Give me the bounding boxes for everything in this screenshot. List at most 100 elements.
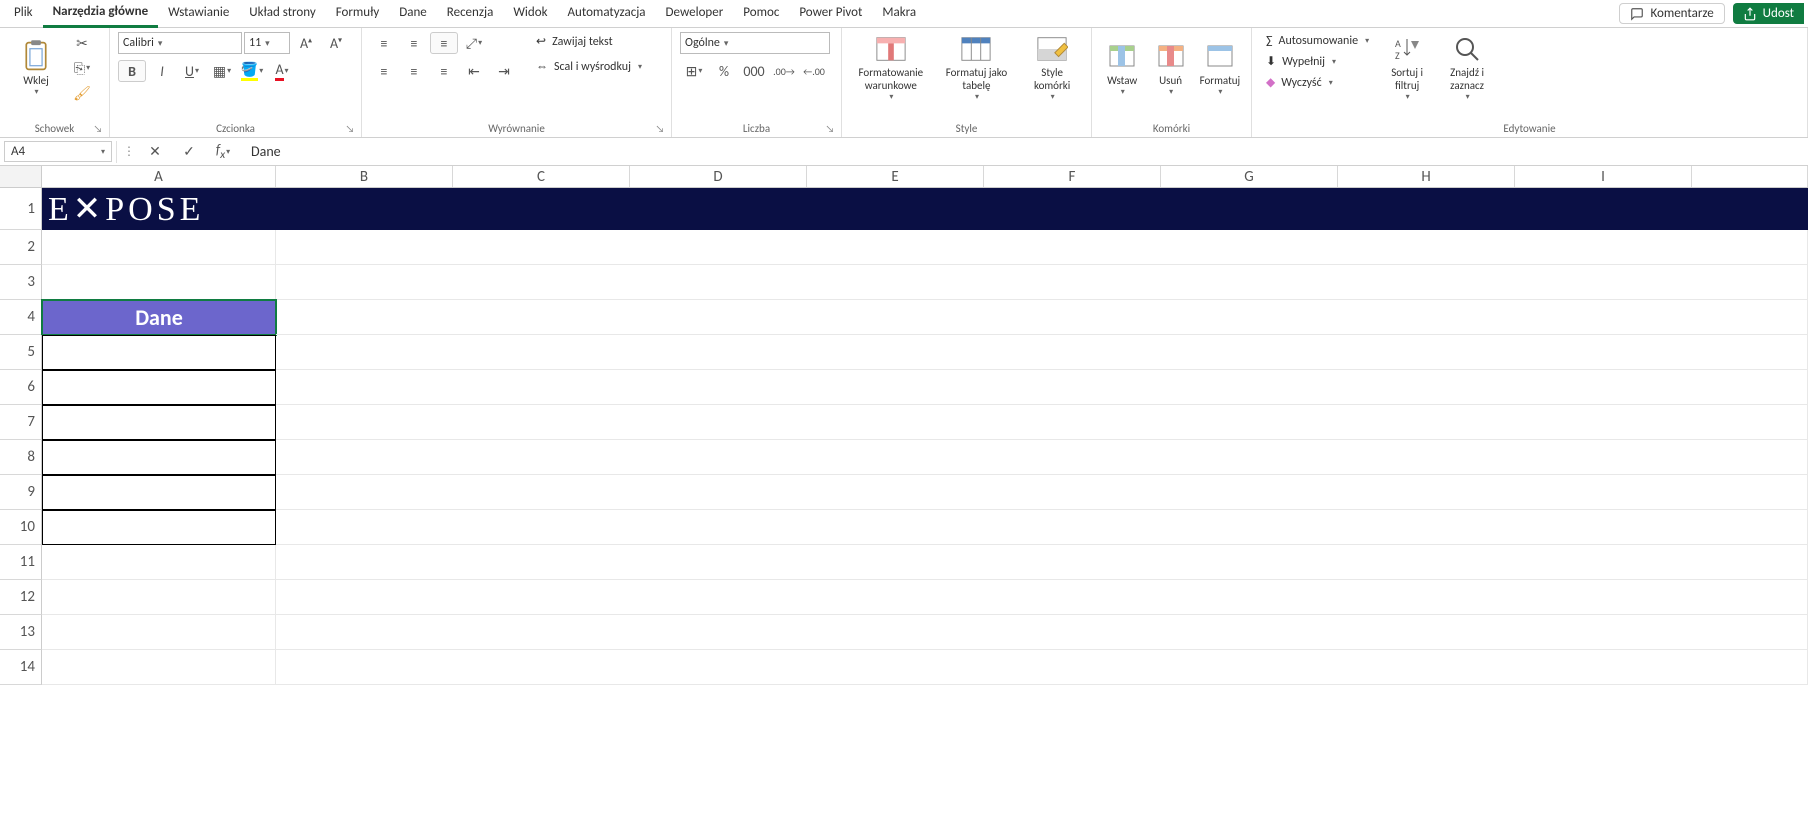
row-header-5[interactable]: 5 [0, 335, 42, 370]
col-header-C[interactable]: C [453, 166, 630, 187]
cell-rest-12[interactable] [276, 580, 1808, 615]
row-header-3[interactable]: 3 [0, 265, 42, 300]
cell-banner[interactable]: E✕POSE [42, 188, 1808, 230]
row-header-6[interactable]: 6 [0, 370, 42, 405]
cell-A3[interactable] [42, 265, 276, 300]
cell-rest-14[interactable] [276, 650, 1808, 685]
select-all-corner[interactable] [0, 166, 42, 187]
enter-formula-button[interactable]: ✓ [175, 141, 203, 163]
tab-automation[interactable]: Automatyzacja [558, 1, 656, 26]
share-button[interactable]: Udost [1733, 3, 1804, 24]
autosum-button[interactable]: ∑ Autosumowanie ▾ [1260, 32, 1375, 50]
row-header-13[interactable]: 13 [0, 615, 42, 650]
cell-styles-button[interactable]: Style komórki▾ [1021, 32, 1083, 104]
tab-help[interactable]: Pomoc [733, 1, 789, 26]
cell-A5[interactable] [42, 335, 276, 370]
decrease-indent-button[interactable]: ⇤ [460, 60, 488, 82]
row-header-1[interactable]: 1 [0, 188, 42, 230]
tab-home[interactable]: Narzędzia główne [43, 0, 159, 28]
cell-A11[interactable] [42, 545, 276, 580]
cell-rest-9[interactable] [276, 475, 1808, 510]
col-header-G[interactable]: G [1161, 166, 1338, 187]
tab-insert[interactable]: Wstawianie [158, 1, 239, 26]
cell-A14[interactable] [42, 650, 276, 685]
cell-rest-8[interactable] [276, 440, 1808, 475]
row-header-9[interactable]: 9 [0, 475, 42, 510]
align-center-button[interactable]: ≡ [400, 60, 428, 82]
format-cells-button[interactable]: Formatuj▾ [1197, 32, 1243, 104]
tab-review[interactable]: Recenzja [437, 1, 504, 26]
decrease-decimal-button[interactable]: ←.00 [800, 60, 828, 82]
font-size-combo[interactable]: 11▾ [244, 32, 290, 54]
align-middle-button[interactable]: ≡ [400, 32, 428, 54]
cell-rest-4[interactable] [276, 300, 1808, 335]
cell-A9[interactable] [42, 475, 276, 510]
cell-A2[interactable] [42, 230, 276, 265]
delete-cells-button[interactable]: Usuń▾ [1148, 32, 1192, 104]
font-color-button[interactable]: A▾ [268, 60, 296, 82]
col-header-H[interactable]: H [1338, 166, 1515, 187]
alignment-dialog-launcher[interactable]: ↘ [653, 121, 667, 135]
borders-button[interactable]: ▦▾ [208, 60, 236, 82]
clipboard-dialog-launcher[interactable]: ↘ [91, 121, 105, 135]
tab-page-layout[interactable]: Układ strony [239, 1, 325, 26]
align-top-button[interactable]: ≡ [370, 32, 398, 54]
cell-rest-2[interactable] [276, 230, 1808, 265]
merge-center-button[interactable]: ⇔ Scal i wyśrodkuj ▾ [530, 57, 648, 76]
cell-rest-5[interactable] [276, 335, 1808, 370]
tab-file[interactable]: Plik [4, 1, 43, 26]
fill-color-button[interactable]: 🪣▾ [238, 60, 266, 82]
find-select-button[interactable]: Znajdź i zaznacz▾ [1439, 32, 1495, 104]
tab-macros[interactable]: Makra [872, 1, 926, 26]
name-box[interactable]: A4 ▾ [4, 141, 112, 162]
orientation-button[interactable]: ⤢▾ [460, 32, 488, 54]
col-header-D[interactable]: D [630, 166, 807, 187]
cell-rest-7[interactable] [276, 405, 1808, 440]
format-painter-button[interactable]: 🖌 [68, 82, 96, 104]
cell-A13[interactable] [42, 615, 276, 650]
increase-decimal-button[interactable]: .00→ [770, 60, 798, 82]
insert-function-button[interactable]: fx▾ [209, 141, 237, 163]
cell-A10[interactable] [42, 510, 276, 545]
cell-A6[interactable] [42, 370, 276, 405]
tab-developer[interactable]: Deweloper [656, 1, 734, 26]
font-dialog-launcher[interactable]: ↘ [343, 121, 357, 135]
cell-A12[interactable] [42, 580, 276, 615]
font-name-combo[interactable]: Calibri▾ [118, 32, 242, 54]
col-header-more[interactable] [1692, 166, 1808, 187]
cell-rest-6[interactable] [276, 370, 1808, 405]
format-as-table-button[interactable]: Formatuj jako tabelę▾ [936, 32, 1018, 104]
col-header-F[interactable]: F [984, 166, 1161, 187]
wrap-text-button[interactable]: ↩ Zawijaj tekst [530, 32, 648, 51]
cut-button[interactable]: ✂ [68, 32, 96, 54]
clear-button[interactable]: ◆ Wyczyść▾ [1260, 73, 1375, 92]
col-header-I[interactable]: I [1515, 166, 1692, 187]
cell-A7[interactable] [42, 405, 276, 440]
copy-button[interactable]: ⎘▾ [68, 57, 96, 79]
row-header-7[interactable]: 7 [0, 405, 42, 440]
cell-A8[interactable] [42, 440, 276, 475]
number-dialog-launcher[interactable]: ↘ [823, 121, 837, 135]
accounting-format-button[interactable]: ⊞▾ [680, 60, 708, 82]
row-header-12[interactable]: 12 [0, 580, 42, 615]
align-bottom-button[interactable]: ≡ [430, 32, 458, 54]
row-header-4[interactable]: 4 [0, 300, 42, 335]
row-header-14[interactable]: 14 [0, 650, 42, 685]
conditional-formatting-button[interactable]: Formatowanie warunkowe▾ [850, 32, 932, 104]
col-header-B[interactable]: B [276, 166, 453, 187]
insert-cells-button[interactable]: Wstaw▾ [1100, 32, 1144, 104]
underline-button[interactable]: U▾ [178, 60, 206, 82]
row-header-11[interactable]: 11 [0, 545, 42, 580]
cell-rest-11[interactable] [276, 545, 1808, 580]
row-header-8[interactable]: 8 [0, 440, 42, 475]
number-format-combo[interactable]: Ogólne▾ [680, 32, 830, 54]
decrease-font-button[interactable]: A▾ [322, 32, 350, 54]
comma-button[interactable]: 000 [740, 60, 768, 82]
row-header-2[interactable]: 2 [0, 230, 42, 265]
cell-rest-10[interactable] [276, 510, 1808, 545]
col-header-A[interactable]: A [42, 166, 276, 187]
cell-rest-3[interactable] [276, 265, 1808, 300]
bold-button[interactable]: B [118, 60, 146, 82]
sort-filter-button[interactable]: AZ Sortuj i filtruj▾ [1379, 32, 1435, 104]
cell-A4[interactable]: Dane [42, 300, 276, 335]
